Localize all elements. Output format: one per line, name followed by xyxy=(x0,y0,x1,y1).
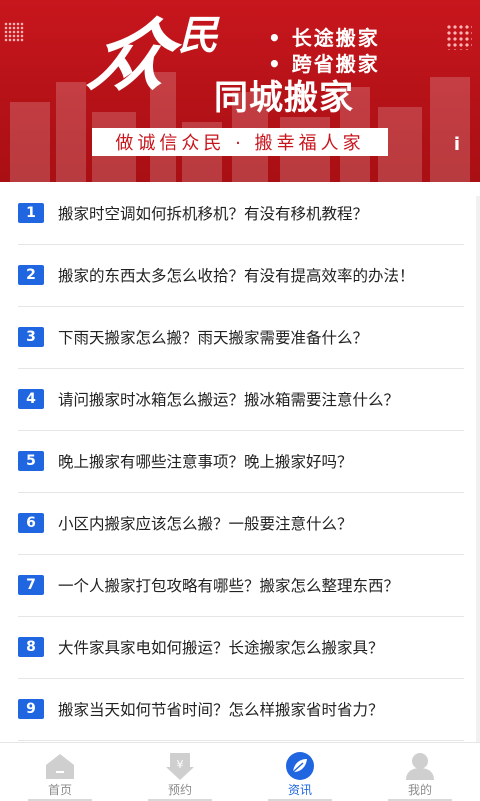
header-banner: 众 民 • 长途搬家 • 跨省搬家 同城搬家 做诚信众民 · 搬幸福人家 i xyxy=(0,0,480,182)
item-number-badge: 8 xyxy=(18,637,44,657)
svg-text:¥: ¥ xyxy=(177,758,184,771)
tab-label: 预约 xyxy=(167,783,192,797)
banner-slogan: 做诚信众民 · 搬幸福人家 xyxy=(92,128,388,156)
list-item[interactable]: 5 晚上搬家有哪些注意事项？晚上搬家好吗？ xyxy=(18,430,464,493)
item-title: 一个人搬家打包攻略有哪些？搬家怎么整理东西？ xyxy=(58,577,400,595)
list-item[interactable]: 6 小区内搬家应该怎么搬？一般要注意什么？ xyxy=(18,492,464,555)
item-title: 晚上搬家有哪些注意事项？晚上搬家好吗？ xyxy=(58,453,353,471)
user-icon xyxy=(406,753,434,780)
item-title: 请问搬家时冰箱怎么搬运？搬冰箱需要注意什么？ xyxy=(58,391,400,409)
item-number-badge: 2 xyxy=(18,265,44,285)
home-icon xyxy=(46,754,74,779)
list-item[interactable]: 7 一个人搬家打包攻略有哪些？搬家怎么整理东西？ xyxy=(18,554,464,617)
leaf-icon xyxy=(286,752,314,780)
list-item[interactable]: 9 搬家当天如何节省时间？怎么样搬家省时省力？ xyxy=(18,678,464,741)
item-number-badge: 1 xyxy=(18,203,44,223)
item-title: 搬家当天如何节省时间？怎么样搬家省时省力？ xyxy=(58,701,384,719)
tab-label: 首页 xyxy=(47,783,72,797)
list-item[interactable]: 4 请问搬家时冰箱怎么搬运？搬冰箱需要注意什么？ xyxy=(18,368,464,431)
scrollbar[interactable] xyxy=(476,196,480,742)
dot-pattern-decoration xyxy=(4,22,24,42)
item-title: 下雨天搬家怎么搬？雨天搬家需要准备什么？ xyxy=(58,329,369,347)
yen-arrow-icon: ¥ xyxy=(166,753,194,780)
tab-news[interactable]: 资讯 xyxy=(240,743,360,801)
list-item[interactable]: 1 搬家时空调如何拆机移机？有没有移机教程？ xyxy=(18,182,464,245)
tab-booking[interactable]: ¥ 预约 xyxy=(120,743,240,801)
tab-label: 我的 xyxy=(407,783,432,797)
banner-title: 同城搬家 xyxy=(214,78,354,118)
tab-label: 资讯 xyxy=(287,783,312,797)
item-title: 搬家的东西太多怎么收拾？有没有提高效率的办法！ xyxy=(58,267,415,285)
item-number-badge: 9 xyxy=(18,699,44,719)
feature-cross-province: • 跨省搬家 xyxy=(268,52,380,76)
info-icon[interactable]: i xyxy=(454,134,460,155)
dot-pattern-decoration xyxy=(446,24,472,50)
item-number-badge: 6 xyxy=(18,513,44,533)
brand-logo-min: 民 xyxy=(178,13,218,59)
tab-mine[interactable]: 我的 xyxy=(360,743,480,801)
list-item[interactable]: 3 下雨天搬家怎么搬？雨天搬家需要准备什么？ xyxy=(18,306,464,369)
item-number-badge: 4 xyxy=(18,389,44,409)
list-item[interactable]: 2 搬家的东西太多怎么收拾？有没有提高效率的办法！ xyxy=(18,244,464,307)
item-number-badge: 3 xyxy=(18,327,44,347)
bottom-tab-bar: 首页 ¥ 预约 资讯 我的 xyxy=(0,742,480,801)
item-title: 大件家具家电如何搬运？长途搬家怎么搬家具？ xyxy=(58,639,384,657)
tab-home[interactable]: 首页 xyxy=(0,743,120,801)
item-number-badge: 7 xyxy=(18,575,44,595)
item-title: 搬家时空调如何拆机移机？有没有移机教程？ xyxy=(58,205,369,223)
list-item[interactable]: 8 大件家具家电如何搬运？长途搬家怎么搬家具？ xyxy=(18,616,464,679)
feature-long-distance: • 长途搬家 xyxy=(268,26,380,50)
item-number-badge: 5 xyxy=(18,451,44,471)
item-title: 小区内搬家应该怎么搬？一般要注意什么？ xyxy=(58,515,353,533)
